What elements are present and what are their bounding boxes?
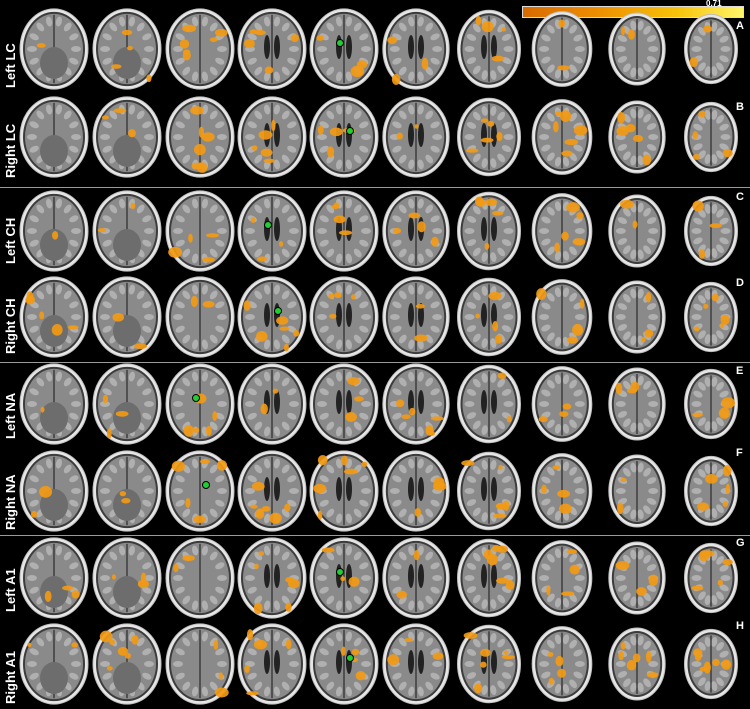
brain-slice [683,542,739,614]
brain-slice [165,190,235,272]
brain-slice [683,281,739,353]
brain-slice [382,537,450,619]
brain-slice [237,8,307,90]
brain-slice [165,276,235,358]
brain-slice [309,623,379,705]
brain-slice [237,190,307,272]
brain-slice [165,8,235,90]
brain-slice [531,279,593,355]
brain-slice [382,96,450,178]
brain-slice [165,363,235,445]
seed-marker [346,654,354,662]
brain-slice [382,276,450,358]
brain-slice [683,455,739,527]
brain-slice [382,450,450,532]
brain-slice [382,623,450,705]
brain-slice [683,195,739,267]
brain-slice [19,96,89,178]
brain-slice [531,11,593,87]
brain-slice [456,191,522,271]
brain-slice [92,537,162,619]
brain-slice [531,453,593,529]
brain-slice [92,450,162,532]
brain-slice [608,367,666,441]
brain-slice [19,276,89,358]
brain-slice [165,96,235,178]
brain-slice [165,450,235,532]
brain-slice [309,363,379,445]
brain-slice [683,101,739,173]
brain-slice [92,96,162,178]
brain-slice [19,190,89,272]
seed-marker [202,481,210,489]
brain-slice [92,190,162,272]
seed-marker [264,221,272,229]
brain-slice [309,190,379,272]
seed-marker [274,307,282,315]
brain-slice [237,623,307,705]
brain-slice [531,99,593,175]
brain-slice [237,450,307,532]
brain-slice [456,624,522,704]
brain-connectivity-figure: 0.71 Left LC Right LC Left CH Right CH L… [0,0,750,709]
brain-slice [92,8,162,90]
brain-slice [309,450,379,532]
seed-marker [192,394,200,402]
brain-slice [531,366,593,442]
brain-slice-grid [19,8,739,705]
brain-slice [309,276,379,358]
brain-slice [165,537,235,619]
seed-marker [336,39,344,47]
brain-slice [92,276,162,358]
brain-slice [92,363,162,445]
brain-slice [683,368,739,440]
brain-slice [531,540,593,616]
brain-slice [608,12,666,86]
seed-marker [336,568,344,576]
brain-slice [237,276,307,358]
brain-slice [19,537,89,619]
brain-slice [19,450,89,532]
brain-slice [456,451,522,531]
brain-slice [456,9,522,89]
brain-slice [608,194,666,268]
brain-slice [237,96,307,178]
brain-slice [382,8,450,90]
brain-slice [608,627,666,701]
brain-slice [608,454,666,528]
brain-slice [608,100,666,174]
brain-slice [237,363,307,445]
brain-slice [92,623,162,705]
brain-slice [237,537,307,619]
brain-slice [165,623,235,705]
seed-marker [346,127,354,135]
brain-slice [531,193,593,269]
brain-slice [309,8,379,90]
brain-slice [19,363,89,445]
brain-slice [309,537,379,619]
brain-slice [19,623,89,705]
brain-slice [382,363,450,445]
brain-slice [456,538,522,618]
brain-slice [309,96,379,178]
brain-slice [456,277,522,357]
brain-slice [608,541,666,615]
brain-slice [456,364,522,444]
brain-slice [19,8,89,90]
brain-slice [382,190,450,272]
brain-slice [531,626,593,702]
brain-slice [683,13,739,85]
brain-slice [608,280,666,354]
brain-slice [456,97,522,177]
brain-slice [683,628,739,700]
